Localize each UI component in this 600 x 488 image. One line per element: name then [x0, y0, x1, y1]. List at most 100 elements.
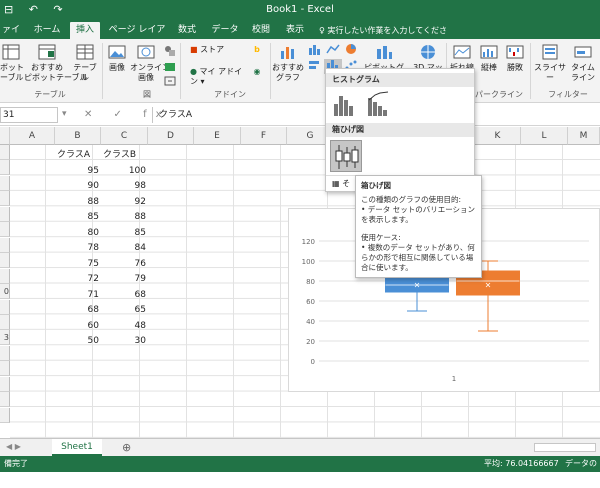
bar-chart-icon[interactable]: [306, 59, 324, 74]
cell-classB[interactable]: 79: [101, 272, 146, 287]
sparkline-line-icon: [453, 45, 471, 59]
people-graph-icon[interactable]: ◉: [250, 67, 264, 77]
column-header-d[interactable]: D: [148, 127, 194, 145]
shapes-icon[interactable]: [164, 45, 176, 57]
row-header[interactable]: [0, 299, 10, 315]
cell-header-classB[interactable]: クラスB: [103, 148, 147, 163]
cell-classB[interactable]: 92: [101, 195, 146, 210]
row-header[interactable]: [0, 376, 10, 392]
cell-classA[interactable]: 80: [55, 226, 99, 241]
row-header[interactable]: 3: [0, 330, 10, 346]
row-header[interactable]: [0, 191, 10, 207]
bing-maps-icon[interactable]: b: [250, 45, 264, 55]
cell-classA[interactable]: 90: [55, 179, 99, 194]
name-box[interactable]: 31: [0, 107, 58, 123]
cell-classA[interactable]: 60: [55, 319, 99, 334]
smartart-icon[interactable]: [164, 61, 176, 73]
boxwhisker-icon[interactable]: [330, 140, 362, 172]
column-header-a[interactable]: A: [10, 127, 55, 145]
select-all-corner[interactable]: [0, 127, 10, 145]
my-addin-button[interactable]: ● マイ アドイン ▾: [190, 67, 250, 87]
tab-page-layout[interactable]: ページ レイアウト: [106, 22, 168, 52]
cell-classA[interactable]: 88: [55, 195, 99, 210]
cell-classB[interactable]: 65: [101, 303, 146, 318]
online-image-button[interactable]: オンライン 画像: [130, 43, 170, 83]
cell-classA[interactable]: 85: [55, 210, 99, 225]
cell-classA[interactable]: 75: [55, 257, 99, 272]
group-separator: [530, 43, 531, 99]
table-button[interactable]: テーブル: [70, 43, 100, 83]
row-header[interactable]: [0, 206, 10, 222]
pivottable-button[interactable]: ボット ーブル: [0, 43, 24, 83]
row-header[interactable]: [0, 268, 10, 284]
slicer-button[interactable]: スライサー: [532, 43, 568, 83]
screenshot-icon[interactable]: [164, 75, 176, 87]
sparkline-column-button[interactable]: 縦棒: [476, 43, 502, 73]
tab-data[interactable]: データ: [206, 22, 244, 39]
tab-file[interactable]: ァイル: [0, 22, 22, 52]
row-header[interactable]: [0, 392, 10, 408]
sheet-tab-sheet1[interactable]: Sheet1: [52, 439, 102, 456]
horizontal-scrollbar[interactable]: [534, 443, 596, 452]
row-header[interactable]: [0, 253, 10, 269]
cell-classA[interactable]: 50: [55, 334, 99, 349]
column-header-c[interactable]: C: [101, 127, 148, 145]
y-tick-label: 60: [306, 298, 315, 306]
row-header[interactable]: [0, 407, 10, 423]
cell-classA[interactable]: 71: [55, 288, 99, 303]
cell-classB[interactable]: 30: [101, 334, 146, 349]
timeline-button[interactable]: タイム ライン: [568, 43, 598, 83]
cell-classB[interactable]: 98: [101, 179, 146, 194]
row-header[interactable]: [0, 314, 10, 330]
cell-classB[interactable]: 88: [101, 210, 146, 225]
namebox-dropdown-icon[interactable]: ▾: [62, 109, 67, 119]
tab-view[interactable]: 表示: [280, 22, 310, 39]
cell-classB[interactable]: 68: [101, 288, 146, 303]
sparkline-winloss-button[interactable]: 勝敗: [502, 43, 528, 73]
row-header[interactable]: [0, 345, 10, 361]
recommended-charts-button[interactable]: おすすめ グラフ: [272, 43, 304, 83]
column-header-b[interactable]: B: [55, 127, 101, 145]
histogram-icon[interactable]: [332, 90, 360, 118]
tell-me-search[interactable]: ♀ 実行したい作業を入力してください...: [316, 22, 450, 52]
cell-classA[interactable]: 68: [55, 303, 99, 318]
column-header-l[interactable]: L: [521, 127, 568, 145]
tooltip-body-usecase-detail: • 複数のデータ セットがあり、何らかの形で相互に関係している場合に使います。: [361, 243, 475, 272]
tab-review[interactable]: 校閲: [246, 22, 276, 39]
image-button[interactable]: 画像: [104, 43, 130, 73]
sheet-tab-bar: ◀ ▶ Sheet1 ⊕: [0, 438, 600, 456]
tab-insert[interactable]: 挿入: [70, 22, 100, 39]
row-header[interactable]: [0, 361, 10, 377]
cell-classB[interactable]: 76: [101, 257, 146, 272]
column-header-f[interactable]: F: [241, 127, 287, 145]
cell-classB[interactable]: 100: [101, 164, 146, 179]
row-header[interactable]: [0, 237, 10, 253]
cell-classB[interactable]: 48: [101, 319, 146, 334]
add-sheet-icon[interactable]: ⊕: [122, 441, 131, 454]
column-header-m[interactable]: M: [568, 127, 600, 145]
cell-header-classA[interactable]: クラスA: [57, 148, 101, 163]
row-header[interactable]: 0: [0, 284, 10, 300]
cell-classA[interactable]: 72: [55, 272, 99, 287]
recommended-pivottable-button[interactable]: おすすめ ピボットテーブル: [24, 43, 88, 83]
pie-chart-icon[interactable]: [342, 43, 360, 58]
column-header-k[interactable]: K: [475, 127, 521, 145]
pareto-icon[interactable]: [366, 90, 394, 118]
line-chart-icon[interactable]: [324, 43, 342, 58]
formula-input[interactable]: クラスA: [152, 107, 322, 123]
row-header[interactable]: [0, 175, 10, 191]
column-header-e[interactable]: E: [194, 127, 241, 145]
row-header[interactable]: [0, 160, 10, 176]
cell-classA[interactable]: 95: [55, 164, 99, 179]
sheet-nav-arrows[interactable]: ◀ ▶: [6, 442, 21, 451]
cell-classB[interactable]: 85: [101, 226, 146, 241]
tab-home[interactable]: ホーム: [30, 22, 64, 39]
cell-classB[interactable]: 84: [101, 241, 146, 256]
cell-classA[interactable]: 78: [55, 241, 99, 256]
tab-formulas[interactable]: 数式: [172, 22, 202, 39]
recommended-pivot-icon: [38, 44, 56, 60]
column-chart-icon[interactable]: [306, 43, 324, 58]
row-header[interactable]: [0, 145, 10, 160]
store-button[interactable]: ■ ストア: [190, 45, 234, 55]
row-header[interactable]: [0, 222, 10, 238]
